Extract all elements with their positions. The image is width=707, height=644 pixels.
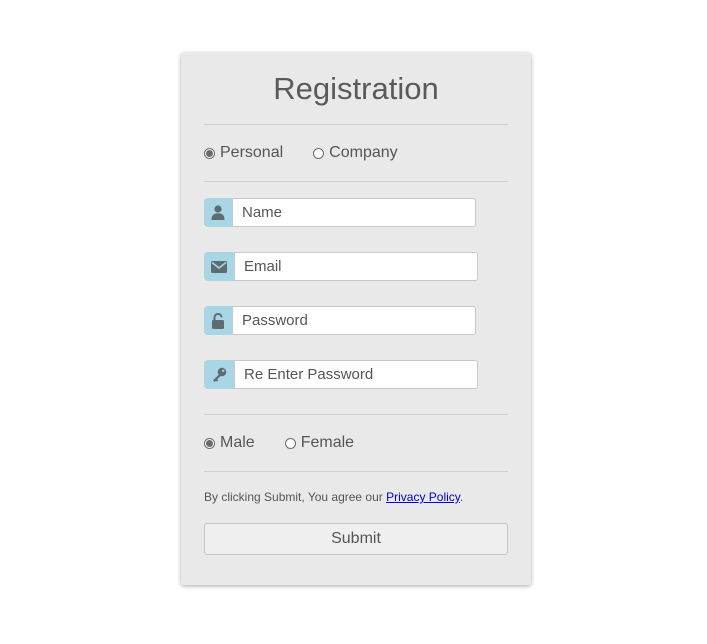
terms-text: By clicking Submit, You agree our Privac…	[204, 490, 463, 504]
account-type-personal[interactable]: Personal	[204, 144, 283, 162]
company-radio[interactable]	[313, 147, 325, 159]
name-field-group	[204, 198, 476, 227]
gender-female[interactable]: Female	[284, 434, 355, 452]
female-radio[interactable]	[284, 437, 296, 449]
key-icon	[204, 360, 234, 389]
account-type-group: Personal Company	[204, 144, 398, 162]
personal-label: Personal	[220, 144, 284, 161]
divider	[204, 414, 508, 415]
gender-group: Male Female	[204, 434, 354, 452]
registration-card: Registration Personal Company Name Email…	[181, 53, 531, 585]
female-label: Female	[300, 434, 355, 451]
divider	[204, 124, 508, 125]
male-label: Male	[220, 434, 255, 451]
divider	[204, 181, 508, 182]
envelope-icon	[204, 252, 234, 281]
name-input[interactable]	[232, 198, 476, 227]
password-field-group	[204, 306, 476, 335]
terms-prefix: By clicking Submit, You agree our	[204, 490, 387, 504]
email-field-group	[204, 252, 478, 281]
gender-male[interactable]: Male	[204, 434, 255, 452]
reenter-password-field-group	[204, 360, 478, 389]
privacy-policy-link[interactable]: Privacy Policy	[386, 490, 460, 504]
personal-radio[interactable]	[204, 147, 215, 159]
user-icon	[204, 198, 232, 227]
unlock-icon	[204, 306, 232, 335]
password-input[interactable]	[232, 306, 476, 335]
divider	[204, 471, 508, 472]
male-radio[interactable]	[204, 437, 215, 449]
terms-suffix: .	[459, 490, 464, 504]
submit-button[interactable]: Submit	[204, 523, 508, 555]
email-input[interactable]	[234, 252, 478, 281]
company-label: Company	[329, 144, 398, 161]
reenter-password-input[interactable]	[234, 360, 478, 389]
form-title: Registration	[273, 71, 439, 106]
account-type-company[interactable]: Company	[313, 144, 398, 162]
